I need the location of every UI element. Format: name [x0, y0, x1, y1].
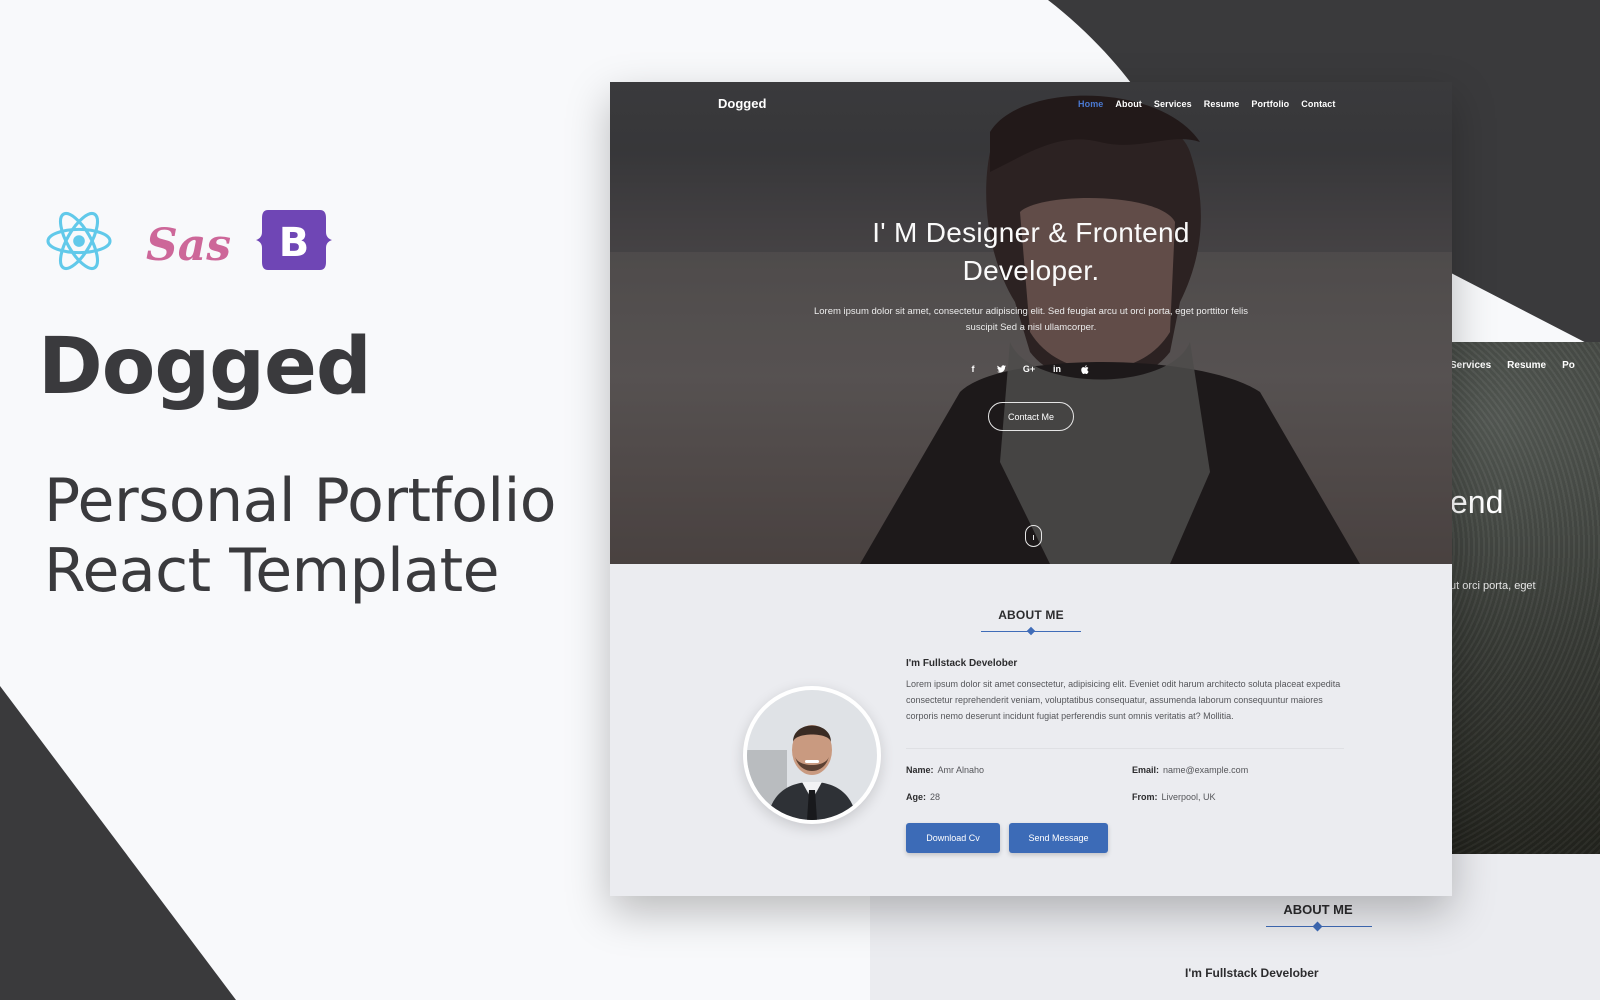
sass-icon: Sass: [146, 220, 230, 271]
back-about-heading: ABOUT ME: [1283, 902, 1353, 917]
about-info-divider: [906, 748, 1344, 749]
about-divider-diamond: [1026, 626, 1036, 636]
twitter-icon[interactable]: [994, 362, 1008, 376]
facebook-icon[interactable]: f: [966, 362, 980, 376]
info-name-label: Name:: [906, 765, 934, 775]
nav-item-contact[interactable]: Contact: [1301, 99, 1335, 109]
back-nav: Services Resume Po: [1450, 360, 1575, 371]
apple-icon[interactable]: [1078, 362, 1092, 376]
back-about-subtitle: I'm Fullstack Develober: [1185, 966, 1319, 980]
back-nav-item: Po: [1562, 360, 1575, 371]
info-age: Age: 28: [906, 792, 940, 802]
back-hero-title: end: [1450, 484, 1504, 520]
nav-item-portfolio[interactable]: Portfolio: [1251, 99, 1289, 109]
contact-me-button[interactable]: Contact Me: [988, 402, 1074, 431]
hero-title: I' M Designer & Frontend Developer.: [770, 214, 1292, 290]
info-email-value: name@example.com: [1163, 765, 1249, 775]
bootstrap-icon: B: [256, 210, 332, 270]
about-subtitle: I'm Fullstack Develober: [906, 658, 1018, 669]
back-nav-item: Services: [1450, 360, 1492, 371]
about-description: Lorem ipsum dolor sit amet consectetur, …: [906, 679, 1341, 721]
social-links: f G+ in: [966, 362, 1092, 376]
main-mockup-screenshot: Dogged Home About Services Resume Portfo…: [610, 82, 1452, 896]
nav-item-home[interactable]: Home: [1078, 99, 1103, 109]
back-nav-item: Resume: [1507, 360, 1547, 371]
info-age-label: Age:: [906, 792, 926, 802]
hero-title-line-1: I' M Designer & Frontend: [872, 217, 1190, 248]
info-email: Email: name@example.com: [1132, 765, 1248, 775]
send-message-button[interactable]: Send Message: [1009, 823, 1108, 853]
react-icon: [46, 211, 112, 271]
site-logo[interactable]: Dogged: [718, 96, 766, 111]
google-plus-icon[interactable]: G+: [1022, 362, 1036, 376]
info-email-label: Email:: [1132, 765, 1160, 775]
info-from: From: Liverpool, UK: [1132, 792, 1216, 802]
hero-description: Lorem ipsum dolor sit amet, consectetur …: [813, 306, 1249, 333]
back-hero-text: ut orci porta, eget: [1450, 580, 1536, 592]
info-from-label: From:: [1132, 792, 1158, 802]
profile-avatar: [743, 686, 881, 824]
back-about-divider-diamond: [1312, 921, 1323, 932]
promo-subtitle-line-1: Personal Portfolio: [44, 466, 556, 536]
info-name-value: Amr Alnaho: [937, 765, 985, 775]
scroll-mouse-icon[interactable]: [1025, 525, 1042, 547]
promo-subtitle-line-2: React Template: [44, 536, 500, 606]
info-name: Name: Amr Alnaho: [906, 765, 984, 775]
nav-menu: Home About Services Resume Portfolio Con…: [1078, 99, 1335, 109]
info-from-value: Liverpool, UK: [1161, 792, 1216, 802]
bg-dark-shape-bottom-left: [0, 686, 236, 1000]
info-age-value: 28: [930, 792, 941, 802]
nav-item-resume[interactable]: Resume: [1204, 99, 1240, 109]
svg-text:Sass: Sass: [146, 220, 230, 271]
promo-title: Dogged: [38, 322, 372, 412]
hero-section: Dogged Home About Services Resume Portfo…: [610, 82, 1452, 564]
nav-item-about[interactable]: About: [1115, 99, 1142, 109]
hero-title-line-2: Developer.: [962, 255, 1100, 286]
nav-item-services[interactable]: Services: [1154, 99, 1192, 109]
top-nav: Dogged Home About Services Resume Portfo…: [610, 82, 1452, 126]
promo-subtitle: Personal Portfolio React Template: [44, 466, 556, 606]
profile-photo: [747, 690, 877, 820]
about-heading: ABOUT ME: [998, 608, 1064, 622]
linkedin-icon[interactable]: in: [1050, 362, 1064, 376]
svg-text:B: B: [279, 220, 310, 266]
download-cv-button[interactable]: Download Cv: [906, 823, 1000, 853]
